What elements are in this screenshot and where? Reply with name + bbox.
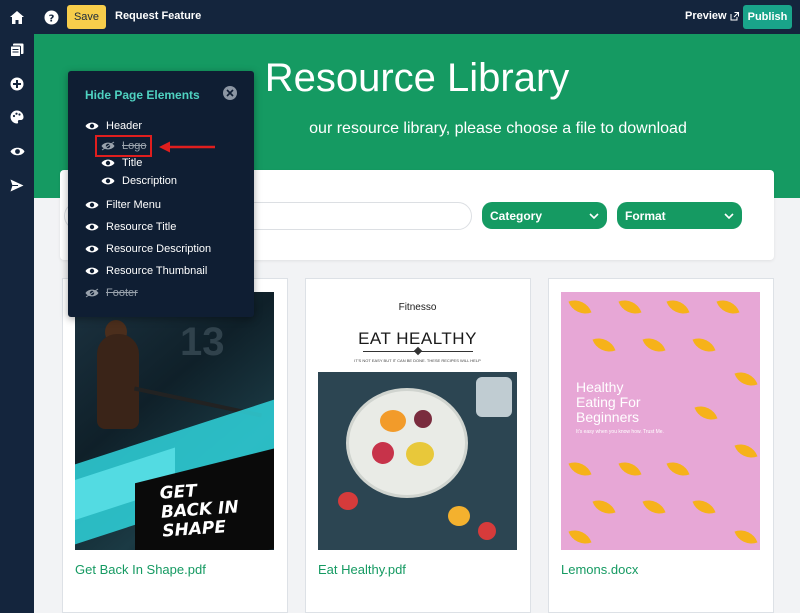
eye-icon — [85, 121, 99, 131]
toggle-resource-description[interactable]: Resource Description — [85, 243, 211, 255]
toggle-resource-title[interactable]: Resource Title — [85, 221, 176, 233]
category-dropdown[interactable]: Category — [482, 202, 607, 229]
thumb-tagline: IT'S NOT EASY BUT IT CAN BE DONE. THESE … — [354, 358, 481, 363]
resource-card[interactable]: 13 GET BACK IN SHAPE Get Back In Shape.p… — [62, 278, 288, 613]
help-icon[interactable]: ? — [42, 8, 60, 26]
toggle-resource-thumbnail[interactable]: Resource Thumbnail — [85, 265, 207, 277]
home-icon[interactable] — [8, 8, 26, 26]
close-icon[interactable] — [223, 86, 237, 100]
arrow-left-icon — [159, 141, 215, 153]
left-rail — [0, 34, 34, 613]
logo-highlight-box — [95, 135, 152, 157]
thumb-brand: Fitnesso — [398, 302, 437, 313]
eye-icon — [85, 222, 99, 232]
send-icon[interactable] — [8, 176, 26, 194]
svg-text:?: ? — [48, 13, 54, 24]
resource-thumbnail[interactable]: 13 GET BACK IN SHAPE — [75, 292, 274, 550]
preview-link[interactable]: Preview — [685, 10, 739, 22]
preview-label: Preview — [685, 10, 727, 22]
chevron-down-icon — [724, 212, 734, 219]
resource-card[interactable]: Healthy Eating For Beginners It's easy w… — [548, 278, 774, 613]
eye-icon — [85, 288, 99, 298]
format-label: Format — [625, 208, 666, 223]
food-bowl-image — [346, 388, 468, 498]
resource-title[interactable]: Eat Healthy.pdf — [318, 562, 406, 577]
eye-icon — [85, 200, 99, 210]
toggle-footer[interactable]: Footer — [85, 287, 138, 299]
resource-card[interactable]: Fitnesso EAT HEALTHY IT'S NOT EASY BUT I… — [305, 278, 531, 613]
toggle-description[interactable]: Description — [101, 175, 177, 187]
resource-title[interactable]: Get Back In Shape.pdf — [75, 562, 206, 577]
eye-icon[interactable] — [8, 142, 26, 160]
eye-icon — [85, 266, 99, 276]
chevron-down-icon — [589, 212, 599, 219]
external-link-icon — [730, 11, 739, 20]
eye-icon — [101, 176, 115, 186]
hide-page-elements-panel: Hide Page Elements Header Logo Title Des… — [68, 71, 254, 317]
toggle-title[interactable]: Title — [101, 157, 142, 169]
format-dropdown[interactable]: Format — [617, 202, 742, 229]
resource-thumbnail[interactable]: Healthy Eating For Beginners It's easy w… — [561, 292, 760, 550]
pages-icon[interactable] — [8, 41, 26, 59]
thumb-tagline: It's easy when you know how. Trust Me. — [576, 429, 664, 435]
eye-icon — [101, 158, 115, 168]
panel-title: Hide Page Elements — [85, 88, 200, 102]
eye-icon — [85, 244, 99, 254]
thumb-headline: Healthy Eating For Beginners — [576, 379, 641, 425]
palette-icon[interactable] — [8, 108, 26, 126]
publish-button[interactable]: Publish — [743, 5, 792, 29]
thumb-gym-number: 13 — [180, 320, 225, 364]
save-button[interactable]: Save — [67, 5, 106, 29]
add-icon[interactable] — [8, 75, 26, 93]
category-label: Category — [490, 208, 543, 223]
toggle-filter-menu[interactable]: Filter Menu — [85, 199, 161, 211]
toggle-header[interactable]: Header — [85, 120, 142, 132]
resource-title[interactable]: Lemons.docx — [561, 562, 638, 577]
top-bar: ? Save Request Feature Preview Publish — [0, 0, 800, 34]
resource-thumbnail[interactable]: Fitnesso EAT HEALTHY IT'S NOT EASY BUT I… — [318, 292, 517, 550]
thumb-headline: GET BACK IN SHAPE — [159, 481, 240, 542]
request-feature-link[interactable]: Request Feature — [115, 10, 201, 22]
